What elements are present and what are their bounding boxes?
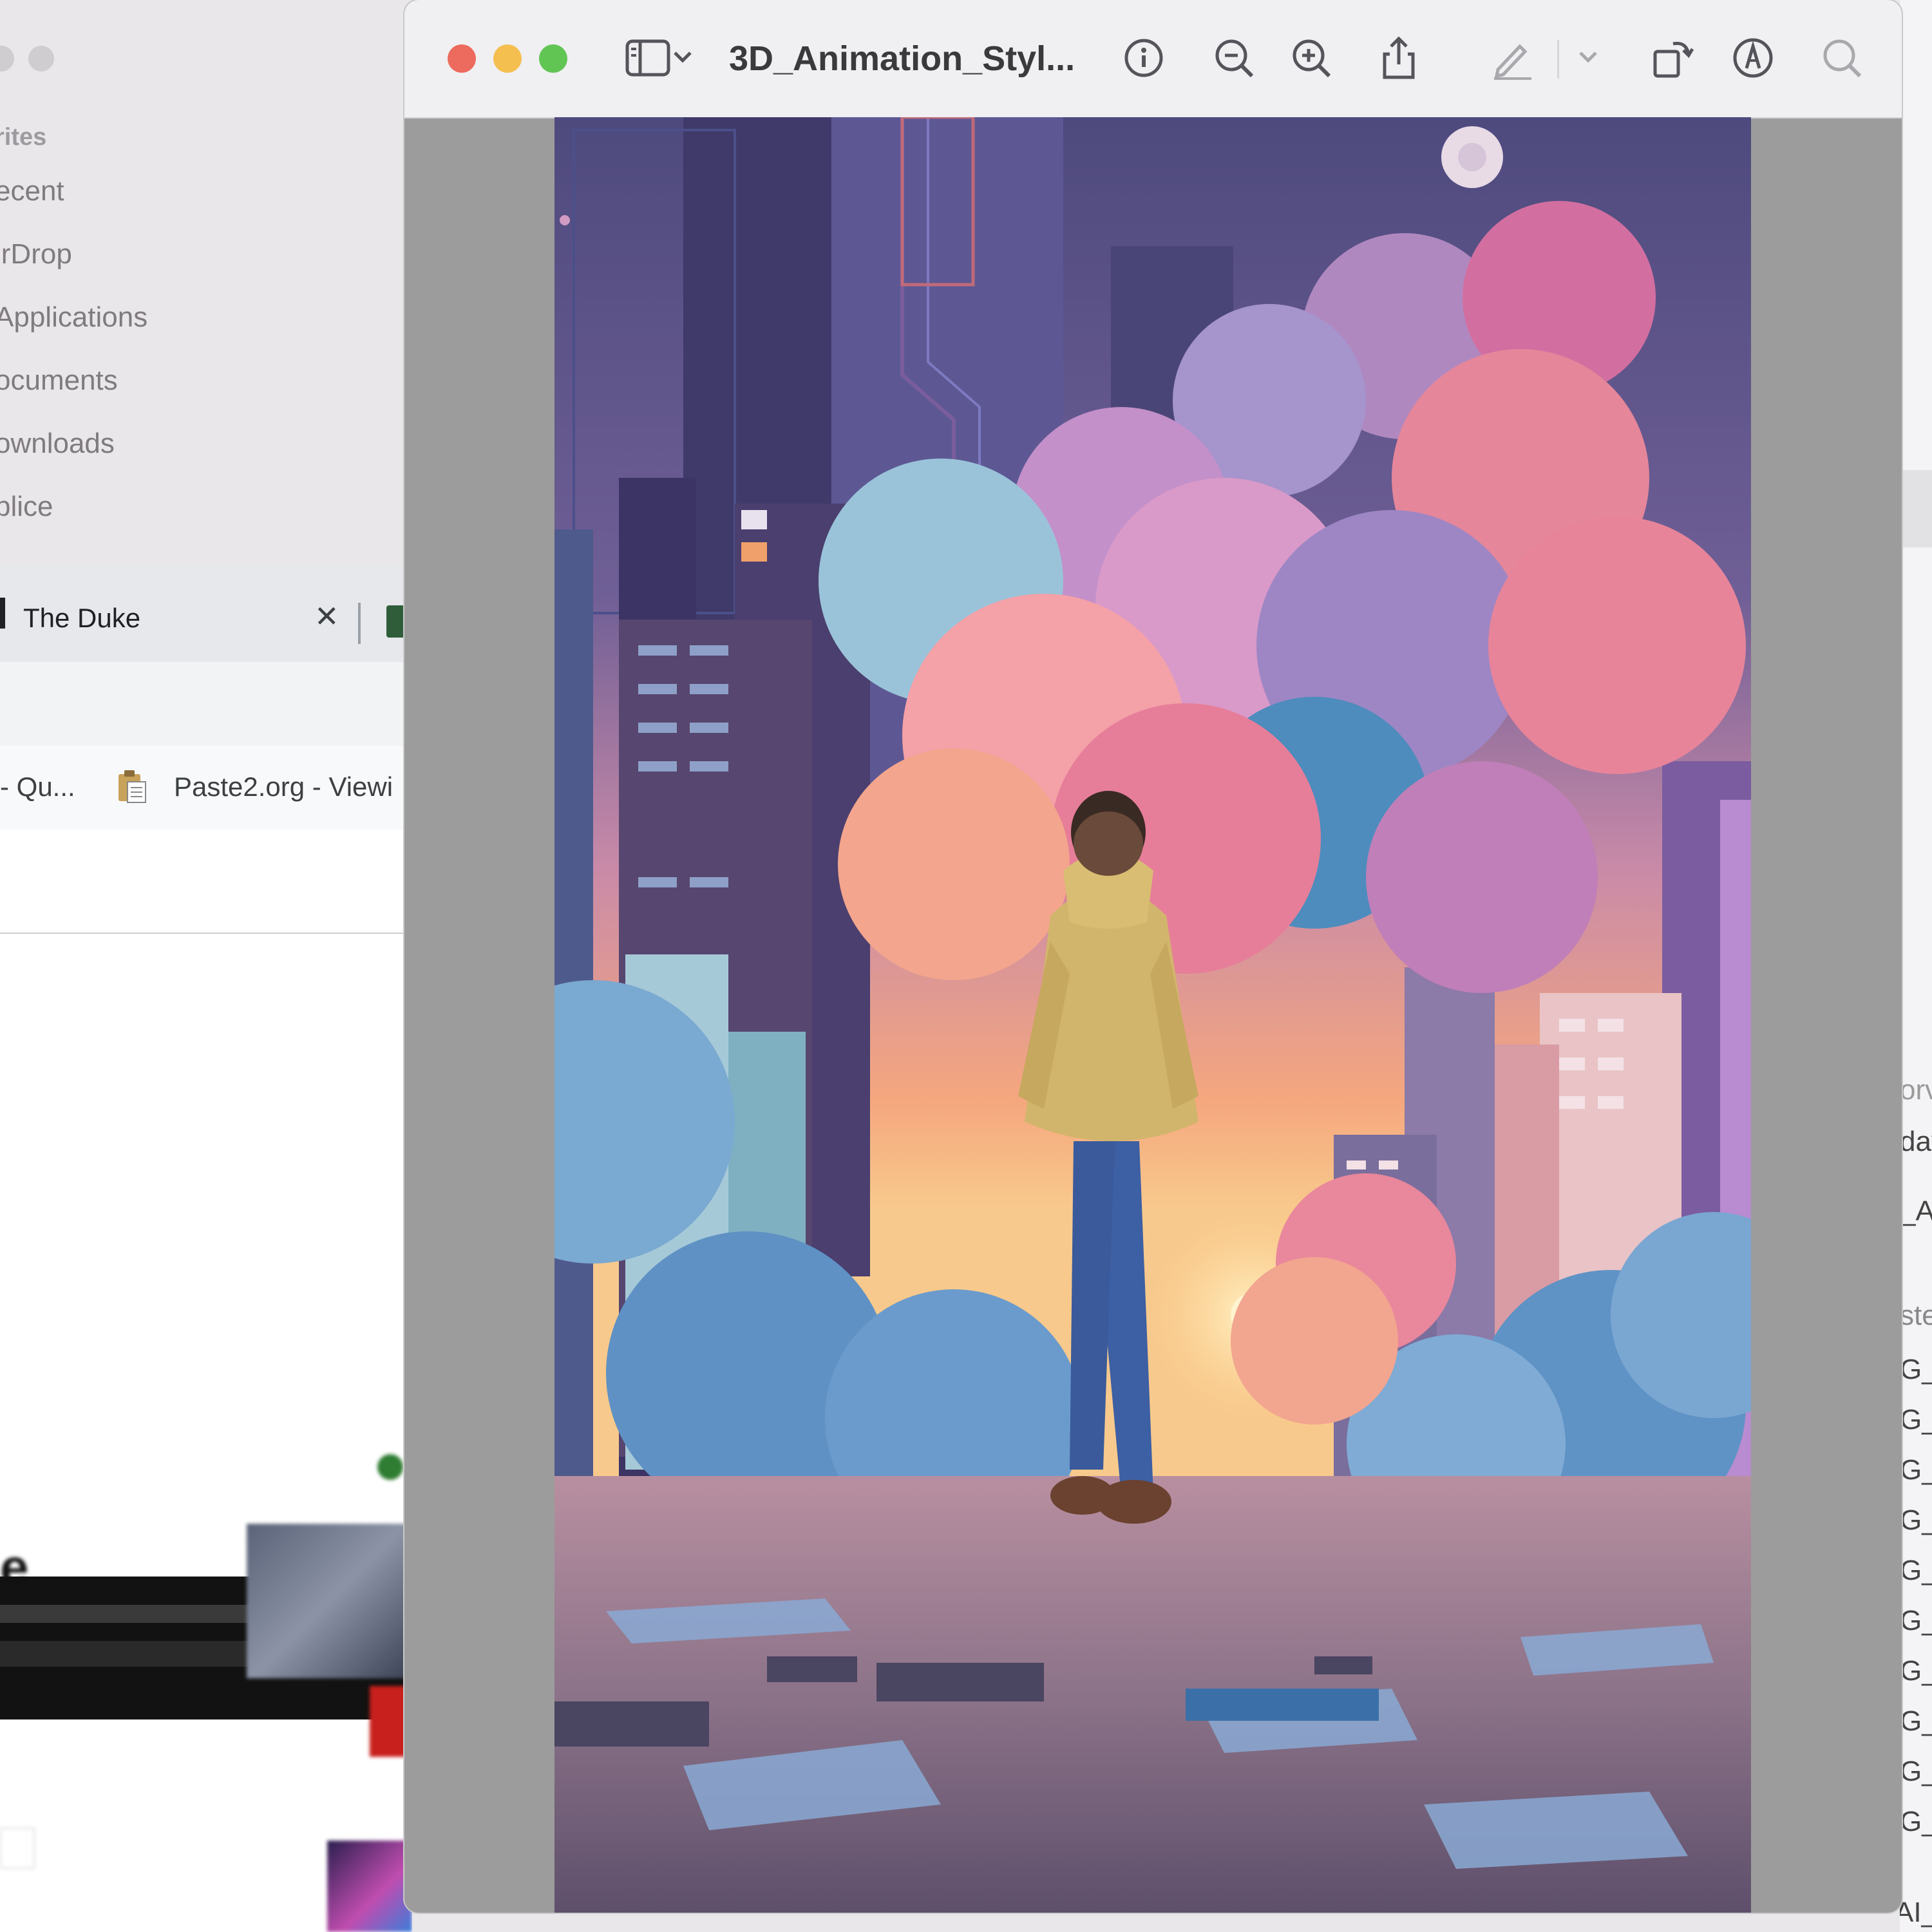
preview-titlebar: 3D_Animation_Styl... bbox=[404, 0, 1902, 118]
file-row[interactable]: G_ bbox=[1900, 1454, 1932, 1486]
zoom-in-icon[interactable] bbox=[1285, 32, 1337, 84]
green-badge bbox=[377, 1454, 403, 1480]
search-icon[interactable] bbox=[1816, 32, 1868, 84]
tab-divider bbox=[358, 603, 361, 644]
small-box bbox=[0, 1828, 35, 1869]
toolbar-divider bbox=[1557, 40, 1559, 79]
chevron-down-icon[interactable] bbox=[1575, 37, 1601, 76]
finder-list-background: orv day _A ste G_ G_ G_ G_ G_ G_ G_ G_ G… bbox=[1900, 0, 1932, 1932]
annotate-icon[interactable] bbox=[1727, 32, 1779, 84]
sidebar-item-recent[interactable]: ecent bbox=[0, 175, 64, 207]
browser-window: The Duke ✕ - Qu... Paste2.org - Viewi e bbox=[0, 565, 412, 1932]
browser-tab-bar: The Duke ✕ bbox=[0, 565, 412, 662]
file-row[interactable]: G_ bbox=[1900, 1504, 1932, 1537]
info-icon[interactable] bbox=[1118, 32, 1170, 84]
file-row[interactable]: G_ bbox=[1900, 1705, 1932, 1738]
album-thumbnail[interactable] bbox=[327, 1841, 412, 1932]
sidebar-icon[interactable] bbox=[622, 32, 674, 84]
rotate-icon[interactable] bbox=[1647, 32, 1699, 84]
zoom-out-icon[interactable] bbox=[1208, 32, 1260, 84]
bookmark-paste2[interactable]: Paste2.org - Viewi bbox=[174, 772, 393, 802]
sidebar-item-airdrop[interactable]: irDrop bbox=[0, 238, 72, 270]
maximize-button[interactable] bbox=[539, 44, 567, 73]
sidebar-item-downloads[interactable]: ownloads bbox=[0, 428, 115, 460]
sidebar-heading-favorites: rites bbox=[0, 124, 47, 151]
markup-pencil-icon[interactable] bbox=[1486, 32, 1538, 84]
tab-title[interactable]: The Duke bbox=[23, 603, 140, 634]
chevron-down-icon[interactable] bbox=[670, 37, 696, 76]
tab-close-icon[interactable]: ✕ bbox=[314, 599, 339, 634]
file-row[interactable]: G_ bbox=[1900, 1806, 1932, 1838]
sidebar-item-documents[interactable]: ocuments bbox=[0, 365, 118, 397]
finder-window: rites ecent irDrop Applications ocuments… bbox=[0, 0, 412, 567]
text-fragment: ste bbox=[1900, 1300, 1932, 1331]
page-header bbox=[0, 829, 412, 934]
document-image[interactable] bbox=[554, 117, 1751, 1913]
text-fragment: day bbox=[1900, 1126, 1932, 1157]
tab-favicon bbox=[0, 598, 5, 629]
text-fragment: _A bbox=[1900, 1195, 1932, 1227]
file-row[interactable]: AI_Te bbox=[1900, 1897, 1932, 1929]
thumbnail-image[interactable] bbox=[247, 1524, 412, 1678]
document-title[interactable]: 3D_Animation_Styl... bbox=[729, 39, 1075, 79]
bookmark-item[interactable]: - Qu... bbox=[0, 772, 75, 802]
clipboard-icon bbox=[117, 769, 147, 804]
sidebar-item-applications[interactable]: Applications bbox=[0, 301, 147, 334]
finder-close-button[interactable] bbox=[0, 46, 14, 71]
text-fragment: orv bbox=[1900, 1074, 1932, 1106]
share-icon[interactable] bbox=[1373, 32, 1425, 84]
minimize-button[interactable] bbox=[493, 44, 522, 73]
animated-city-scene bbox=[554, 117, 1751, 1913]
file-row[interactable]: G_ bbox=[1900, 1354, 1932, 1386]
preview-window: 3D_Animation_Styl... bbox=[404, 0, 1902, 1913]
file-row[interactable]: G_ bbox=[1900, 1404, 1932, 1436]
file-row[interactable]: G_ bbox=[1900, 1555, 1932, 1587]
sidebar-item-splice[interactable]: plice bbox=[0, 491, 53, 523]
blurred-heading: e bbox=[0, 1539, 29, 1596]
browser-toolbar bbox=[0, 662, 412, 746]
list-selection bbox=[1900, 470, 1932, 547]
file-row[interactable]: G_ bbox=[1900, 1756, 1932, 1788]
finder-minimize-button[interactable] bbox=[28, 46, 54, 71]
close-button[interactable] bbox=[448, 44, 476, 73]
file-row[interactable]: G_ bbox=[1900, 1655, 1932, 1687]
bookmarks-bar: - Qu... Paste2.org - Viewi bbox=[0, 746, 412, 831]
file-row[interactable]: G_ bbox=[1900, 1605, 1932, 1637]
